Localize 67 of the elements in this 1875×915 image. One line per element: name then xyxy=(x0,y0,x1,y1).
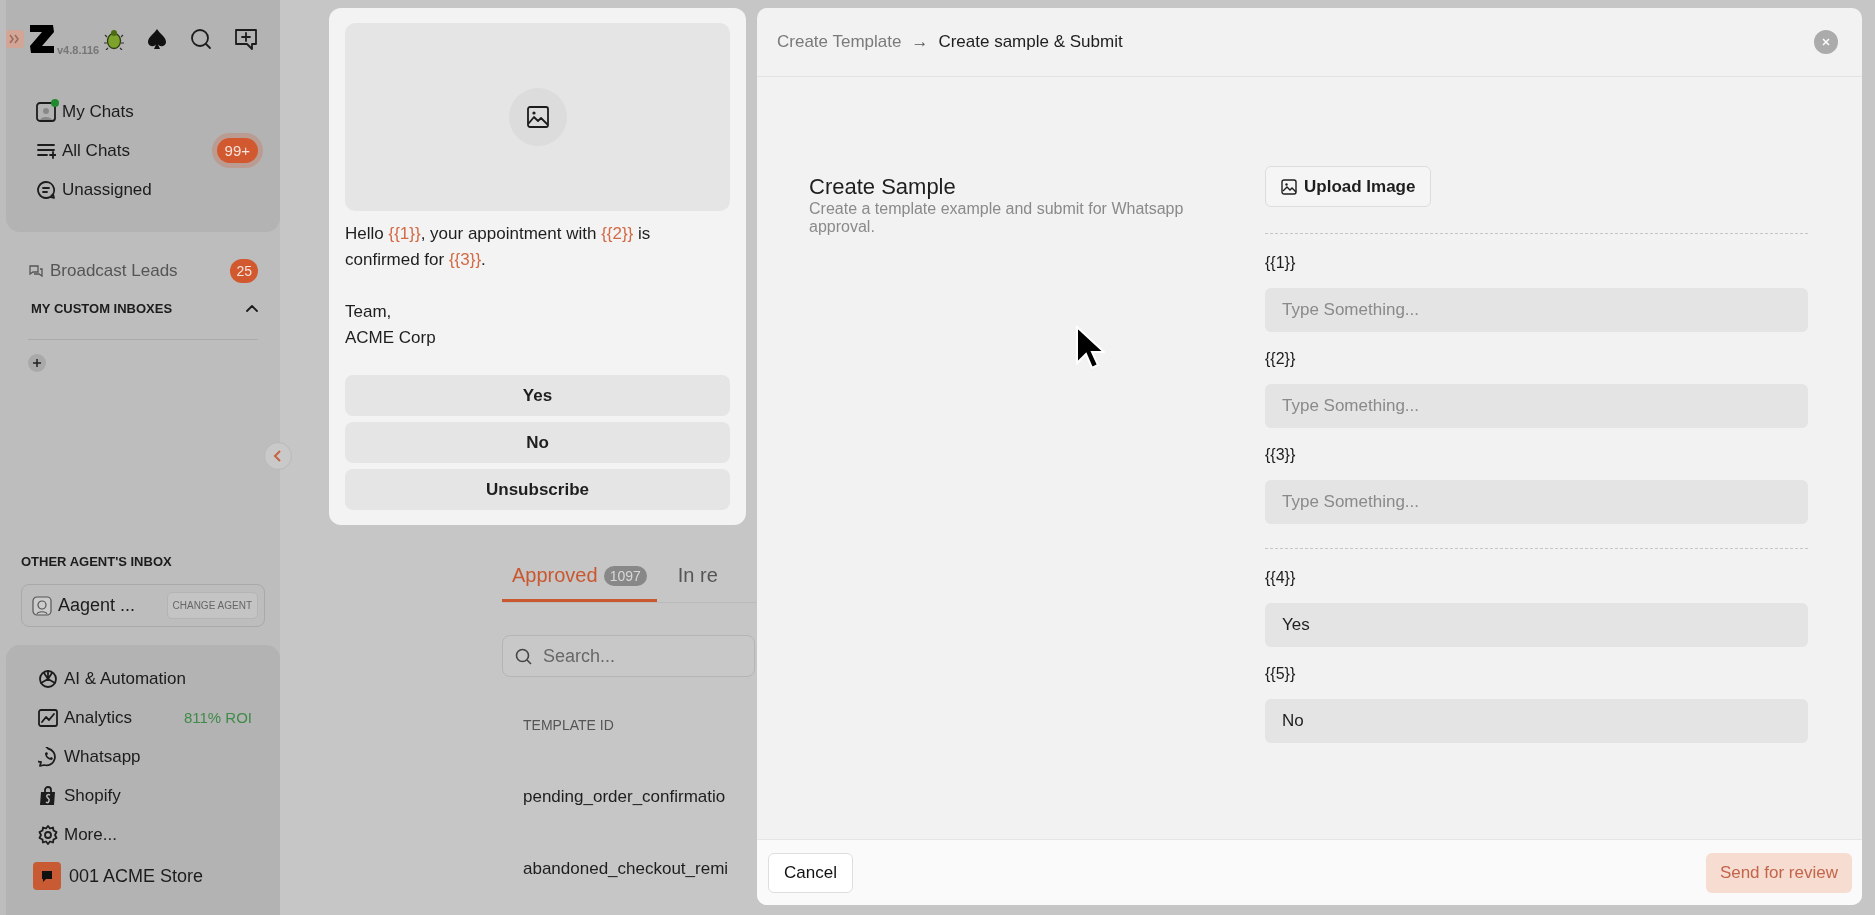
section-description: Create a template example and submit for Whatsapp approval. xyxy=(809,200,1185,236)
field-label: {{4}} xyxy=(1265,569,1297,588)
gear-icon xyxy=(38,824,58,845)
image-icon xyxy=(525,105,550,129)
nav-item[interactable]: AI & Automation xyxy=(64,668,186,689)
version-label: v4.8.116 xyxy=(57,44,100,56)
agent-name: Aagent ... xyxy=(58,595,136,616)
spade-icon xyxy=(146,28,168,50)
input-field[interactable]: Yes xyxy=(1265,603,1808,647)
bug-icon xyxy=(104,28,124,50)
search-icon xyxy=(515,648,532,665)
logo-icon xyxy=(28,24,56,54)
new-chat-icon xyxy=(234,27,258,51)
chat-bubbles-icon xyxy=(28,262,44,279)
section-title: Create Sample xyxy=(809,174,957,200)
section-heading: OTHER AGENT'S INBOX xyxy=(20,554,173,571)
reply-button[interactable]: No xyxy=(345,422,730,463)
chevron-icon[interactable] xyxy=(246,304,258,312)
upload-image-button[interactable]: Upload Image xyxy=(1265,166,1432,207)
table-cell-text: pending_order_confirmatio xyxy=(522,786,727,808)
reply-button[interactable]: Unsubscribe xyxy=(345,469,730,510)
image-icon xyxy=(1281,178,1297,195)
cursor-icon xyxy=(1075,325,1105,371)
column-header: TEMPLATE ID xyxy=(522,717,615,735)
field-label: {{2}} xyxy=(1265,350,1297,369)
store-icon xyxy=(33,862,61,890)
input-field[interactable]: Type Something... xyxy=(1265,288,1808,332)
plus-icon[interactable] xyxy=(28,354,46,372)
roi-label: 811% ROI xyxy=(183,709,252,726)
avatar-icon xyxy=(36,101,56,122)
input-field[interactable]: No xyxy=(1265,699,1808,743)
nav-item[interactable]: All Chats xyxy=(62,140,131,161)
expand-icon xyxy=(6,30,24,48)
tab[interactable]: In re xyxy=(656,564,718,602)
nav-item[interactable]: Analytics xyxy=(64,707,133,728)
store-name[interactable]: 001 ACME Store xyxy=(69,865,204,887)
chat-bubble-icon xyxy=(36,179,56,200)
agent-avatar-icon xyxy=(32,595,52,616)
message-text: Hello {{1}}, your appointment with {{2}} is confirmed for {{3}}. xyxy=(345,223,652,271)
search-icon xyxy=(190,28,212,50)
arrow-text: → xyxy=(911,32,929,52)
nav-item[interactable]: My Chats xyxy=(62,101,134,122)
search-field[interactable]: Search... xyxy=(502,635,755,677)
nav-item[interactable]: Whatsapp xyxy=(64,746,141,767)
cancel-button[interactable]: Cancel xyxy=(768,852,853,893)
table-cell-text: abandoned_checkout_remi xyxy=(522,858,730,880)
shopping-bag-icon xyxy=(38,785,58,806)
input-field[interactable]: Type Something... xyxy=(1265,480,1808,524)
count-badge: 1097 xyxy=(603,565,647,586)
field-label: {{5}} xyxy=(1265,665,1297,684)
chart-icon xyxy=(38,707,58,728)
breadcrumb-item[interactable]: Create Template xyxy=(777,32,902,52)
input-field[interactable]: Type Something... xyxy=(1265,384,1808,428)
breadcrumb-item: Create sample & Submit xyxy=(938,32,1123,52)
field-label: {{3}} xyxy=(1265,446,1297,465)
signature-text: Team, ACME Corp xyxy=(345,301,437,349)
nav-item[interactable]: Unassigned xyxy=(62,179,152,200)
section-heading: MY CUSTOM INBOXES xyxy=(31,300,173,316)
count-badge: 99+ xyxy=(216,138,258,163)
chevron-left-icon xyxy=(273,450,283,462)
nav-item[interactable]: Broadcast Leads xyxy=(50,260,178,281)
close-icon xyxy=(1822,38,1830,46)
field-label: {{1}} xyxy=(1265,254,1297,273)
count-badge: 25 xyxy=(230,258,258,283)
reply-button[interactable]: Yes xyxy=(345,375,730,416)
nav-item[interactable]: More... xyxy=(64,824,117,845)
nav-item[interactable]: Shopify xyxy=(64,785,121,806)
